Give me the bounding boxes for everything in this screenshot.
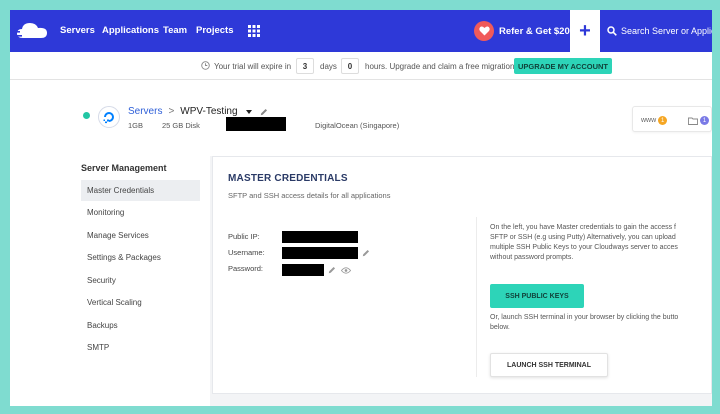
sidebar-item-label: Vertical Scaling — [87, 298, 142, 307]
folder-icon — [688, 117, 698, 125]
info-line: SFTP or SSH (e.g using Putty) Alternativ… — [490, 234, 676, 241]
sidebar-item-smtp[interactable]: SMTP — [81, 337, 200, 358]
trial-days-label: days — [320, 62, 337, 71]
trial-hours-value: 0 — [341, 58, 359, 74]
www-count-badge: 1 — [658, 116, 668, 125]
terminal-info-line: below. — [490, 324, 510, 331]
edit-password-icon[interactable] — [328, 266, 336, 274]
trial-suffix: hours. Upgrade and claim a free migratio… — [365, 62, 515, 71]
sidebar-item-label: Security — [87, 276, 116, 285]
server-name: WPV-Testing — [180, 106, 238, 117]
sidebar-title: Server Management — [81, 163, 167, 173]
breadcrumb-separator: > — [168, 106, 175, 117]
search-box[interactable]: Search Server or Applic — [604, 10, 712, 52]
info-line: without password prompts. — [490, 254, 574, 261]
server-disk: 25 GB Disk — [162, 121, 200, 130]
add-button[interactable]: + — [570, 10, 600, 52]
heart-icon — [474, 21, 494, 41]
nav-servers[interactable]: Servers — [60, 25, 95, 37]
app-window: Servers Applications Team Projects Refer… — [10, 10, 712, 406]
trial-days-value: 3 — [296, 58, 314, 74]
clock-icon — [201, 61, 210, 70]
refer-label: Refer & Get $20 — [499, 25, 570, 37]
nav-applications[interactable]: Applications — [102, 25, 159, 37]
sidebar-item-backups[interactable]: Backups — [81, 315, 200, 336]
master-credentials-info: On the left, you have Master credentials… — [490, 223, 712, 263]
sidebar-item-label: Backups — [87, 321, 118, 330]
username-value — [282, 247, 358, 259]
breadcrumb-servers-link[interactable]: Servers — [128, 106, 162, 117]
apps-counter[interactable]: www 1 1 — [632, 106, 712, 132]
info-line: On the left, you have Master credentials… — [490, 224, 676, 231]
search-placeholder: Search Server or Applic — [621, 26, 712, 36]
info-line: multiple SSH Public Keys to your Cloudwa… — [490, 244, 678, 251]
card-title: MASTER CREDENTIALS — [228, 173, 348, 184]
card-subtitle: SFTP and SSH access details for all appl… — [228, 191, 391, 200]
chevron-down-icon[interactable] — [245, 109, 252, 114]
digitalocean-logo-icon — [98, 106, 120, 128]
www-label: www — [641, 117, 657, 124]
cloudways-logo-icon[interactable] — [14, 19, 50, 43]
server-ram: 1GB — [128, 121, 144, 130]
sidebar-item-settings-packages[interactable]: Settings & Packages — [81, 247, 200, 268]
sidebar-item-vertical-scaling[interactable]: Vertical Scaling — [81, 292, 200, 313]
public-ip-value — [282, 231, 358, 243]
sidebar-item-manage-services[interactable]: Manage Services — [81, 225, 200, 246]
ssh-public-keys-button[interactable]: SSH PUBLIC KEYS — [490, 284, 584, 308]
sidebar-item-label: Manage Services — [87, 231, 149, 240]
password-label: Password: — [228, 264, 264, 273]
master-credentials-card: MASTER CREDENTIALS SFTP and SSH access d… — [212, 156, 712, 394]
breadcrumb: Servers > WPV-Testing — [128, 106, 268, 117]
terminal-info: Or, launch SSH terminal in your browser … — [490, 313, 712, 333]
username-label: Username: — [228, 248, 265, 257]
public-ip-label: Public IP: — [228, 232, 260, 241]
status-dot — [83, 112, 90, 119]
refer-button[interactable]: Refer & Get $20 — [474, 21, 570, 41]
top-navigation: Servers Applications Team Projects Refer… — [10, 10, 712, 52]
edit-username-icon[interactable] — [362, 249, 370, 257]
sidebar-item-label: SMTP — [87, 343, 110, 352]
eye-icon[interactable] — [341, 267, 351, 274]
search-icon — [607, 26, 617, 36]
terminal-info-line: Or, launch SSH terminal in your browser … — [490, 314, 679, 321]
sidebar-item-monitoring[interactable]: Monitoring — [81, 202, 200, 223]
upgrade-account-button[interactable]: UPGRADE MY ACCOUNT — [514, 58, 612, 74]
apps-grid-icon[interactable] — [248, 25, 260, 37]
trial-bar: Your trial will expire in 3 days 0 hours… — [10, 52, 712, 80]
password-value — [282, 264, 324, 276]
sidebar-item-label: Settings & Packages — [87, 253, 161, 262]
folder-count-badge: 1 — [700, 116, 709, 125]
sidebar-item-label: Monitoring — [87, 208, 125, 217]
edit-icon[interactable] — [260, 108, 268, 116]
nav-team[interactable]: Team — [163, 25, 187, 37]
folder-counter: 1 — [688, 116, 709, 125]
sidebar-item-security[interactable]: Security — [81, 270, 200, 291]
www-counter: www 1 — [641, 116, 668, 125]
launch-ssh-terminal-button[interactable]: LAUNCH SSH TERMINAL — [490, 353, 608, 377]
column-divider — [476, 217, 477, 377]
redacted-ip — [226, 117, 286, 131]
trial-prefix: Your trial will expire in — [214, 62, 292, 71]
plus-icon: + — [579, 19, 591, 42]
server-provider: DigitalOcean (Singapore) — [315, 121, 400, 130]
sidebar-item-label: Master Credentials — [87, 186, 155, 195]
nav-projects[interactable]: Projects — [196, 25, 234, 37]
sidebar-item-master-credentials[interactable]: Master Credentials — [81, 180, 200, 201]
